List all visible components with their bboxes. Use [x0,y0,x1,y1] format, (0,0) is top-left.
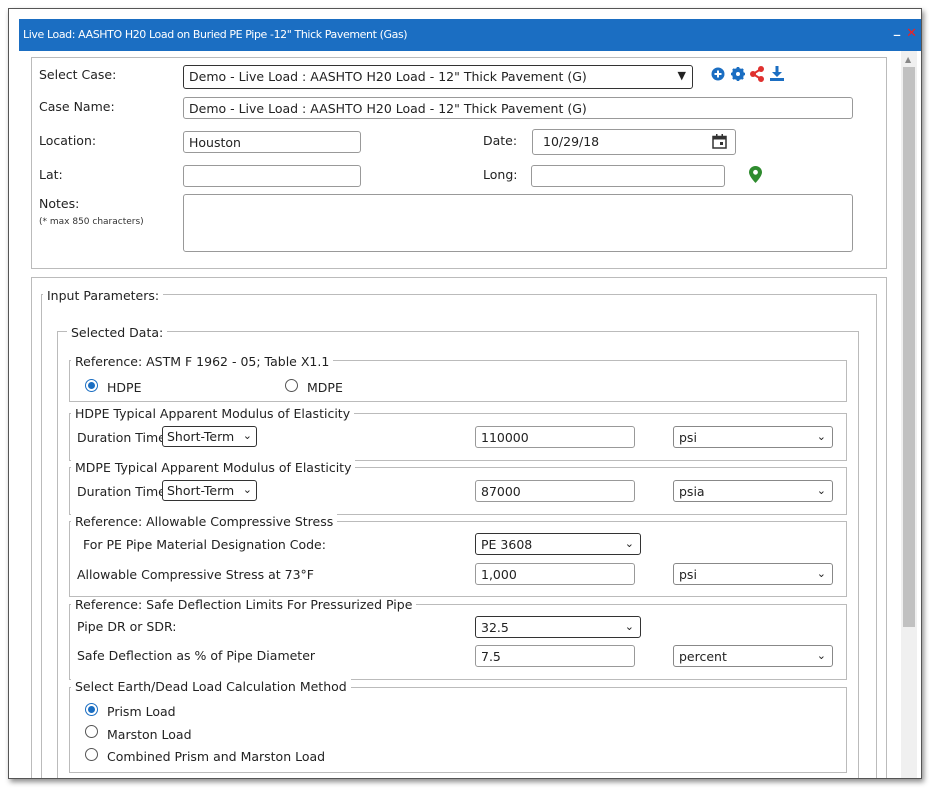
mdpe-unit-value: psia [679,484,705,499]
window-title: Live Load: AASHTO H20 Load on Buried PE … [23,28,408,41]
date-input[interactable]: 10/29/18 [532,129,736,155]
share-icon[interactable] [749,66,765,82]
safe-deflection-unit-select[interactable]: percent ⌄ [673,645,833,667]
gear-icon[interactable] [731,67,745,81]
dr-value: 32.5 [481,620,509,635]
hdpe-unit-select[interactable]: psi ⌄ [673,426,833,448]
mdpe-radio[interactable] [285,379,298,392]
chevron-down-icon: ⌄ [624,537,634,550]
dr-select[interactable]: 32.5 ⌄ [475,616,641,638]
plus-circle-icon[interactable] [711,67,725,81]
vertical-scrollbar[interactable]: ▲ [901,51,917,778]
map-pin-icon[interactable] [749,166,762,183]
close-button[interactable]: ✕ [906,26,917,41]
stress-label: Allowable Compressive Stress at 73°F [77,567,314,582]
hdpe-duration-select[interactable]: Short-Term ⌄ [162,426,257,447]
designation-label: For PE Pipe Material Designation Code: [83,537,326,552]
input-parameters-legend: Input Parameters: [43,288,164,303]
chevron-down-icon: ⌄ [624,620,634,633]
dr-label: Pipe DR or SDR: [77,619,177,634]
chevron-down-icon: ▼ [677,69,686,82]
hdpe-modulus-legend: HDPE Typical Apparent Modulus of Elastic… [71,406,355,421]
chevron-down-icon: ⌄ [816,484,826,497]
chevron-down-icon: ⌄ [816,567,826,580]
date-label: Date: [483,133,518,148]
long-label: Long: [483,167,518,182]
chevron-down-icon: ⌄ [242,483,252,496]
chevron-down-icon: ⌄ [816,649,826,662]
notes-textarea[interactable] [183,194,853,252]
designation-value: PE 3608 [481,537,533,552]
case-name-label: Case Name: [39,99,115,114]
download-icon[interactable] [770,66,784,81]
deflection-legend: Reference: Safe Deflection Limits For Pr… [71,597,417,612]
stress-unit-select[interactable]: psi ⌄ [673,563,833,585]
scroll-up-icon[interactable]: ▲ [905,55,911,64]
safe-deflection-label: Safe Deflection as % of Pipe Diameter [77,648,316,663]
chevron-down-icon: ⌄ [816,430,826,443]
safe-deflection-unit-value: percent [679,649,727,664]
mdpe-modulus-legend: MDPE Typical Apparent Modulus of Elastic… [71,460,356,475]
earth-load-legend: Select Earth/Dead Load Calculation Metho… [71,679,351,694]
long-input[interactable] [531,165,725,187]
compressive-stress-legend: Reference: Allowable Compressive Stress [71,514,338,529]
deflection-fieldset [69,604,847,680]
hdpe-duration-label: Duration Time [77,430,166,445]
case-name-input[interactable]: Demo - Live Load : AASHTO H20 Load - 12"… [183,97,853,119]
hdpe-radio[interactable] [85,379,98,392]
designation-select[interactable]: PE 3608 ⌄ [475,533,641,555]
compressive-stress-fieldset [69,521,847,597]
scrollbar-thumb[interactable] [903,67,915,627]
notes-label: Notes: [39,196,80,211]
location-input[interactable]: Houston [183,131,361,153]
mdpe-modulus-input[interactable]: 87000 [475,480,635,502]
hdpe-unit-value: psi [679,430,697,445]
marston-load-radio[interactable] [85,725,98,738]
notes-hint: (* max 850 characters) [39,217,144,227]
prism-load-radio[interactable] [85,703,98,716]
chevron-down-icon: ⌄ [242,429,252,442]
hdpe-label: HDPE [107,380,142,395]
marston-load-label: Marston Load [107,727,192,742]
prism-load-label: Prism Load [107,704,176,719]
selected-data-legend: Selected Data: [67,325,168,340]
select-case-label: Select Case: [39,67,117,82]
date-value: 10/29/18 [543,134,600,149]
title-bar: Live Load: AASHTO H20 Load on Buried PE … [9,9,921,51]
stress-unit-value: psi [679,567,697,582]
combined-load-label: Combined Prism and Marston Load [107,749,326,764]
mdpe-duration-select[interactable]: Short-Term ⌄ [162,480,257,501]
hdpe-modulus-input[interactable]: 110000 [475,426,635,448]
combined-load-radio[interactable] [85,748,98,761]
minimize-button[interactable]: – [893,25,901,44]
calendar-icon[interactable] [712,134,727,149]
select-case-dropdown[interactable]: Demo - Live Load : AASHTO H20 Load - 12"… [183,65,693,89]
select-case-value: Demo - Live Load : AASHTO H20 Load - 12"… [189,69,587,84]
stress-input[interactable]: 1,000 [475,563,635,585]
location-label: Location: [39,133,97,148]
reference-astm-legend: Reference: ASTM F 1962 - 05; Table X1.1 [71,354,334,369]
mdpe-label: MDPE [307,380,343,395]
mdpe-duration-value: Short-Term [167,483,235,498]
hdpe-duration-value: Short-Term [167,429,235,444]
title-bar-fill: Live Load: AASHTO H20 Load on Buried PE … [19,19,921,51]
lat-label: Lat: [39,167,63,182]
dialog-window: Live Load: AASHTO H20 Load on Buried PE … [8,8,922,779]
mdpe-duration-label: Duration Time [77,484,166,499]
lat-input[interactable] [183,165,361,187]
mdpe-unit-select[interactable]: psia ⌄ [673,480,833,502]
safe-deflection-input[interactable]: 7.5 [475,645,635,667]
